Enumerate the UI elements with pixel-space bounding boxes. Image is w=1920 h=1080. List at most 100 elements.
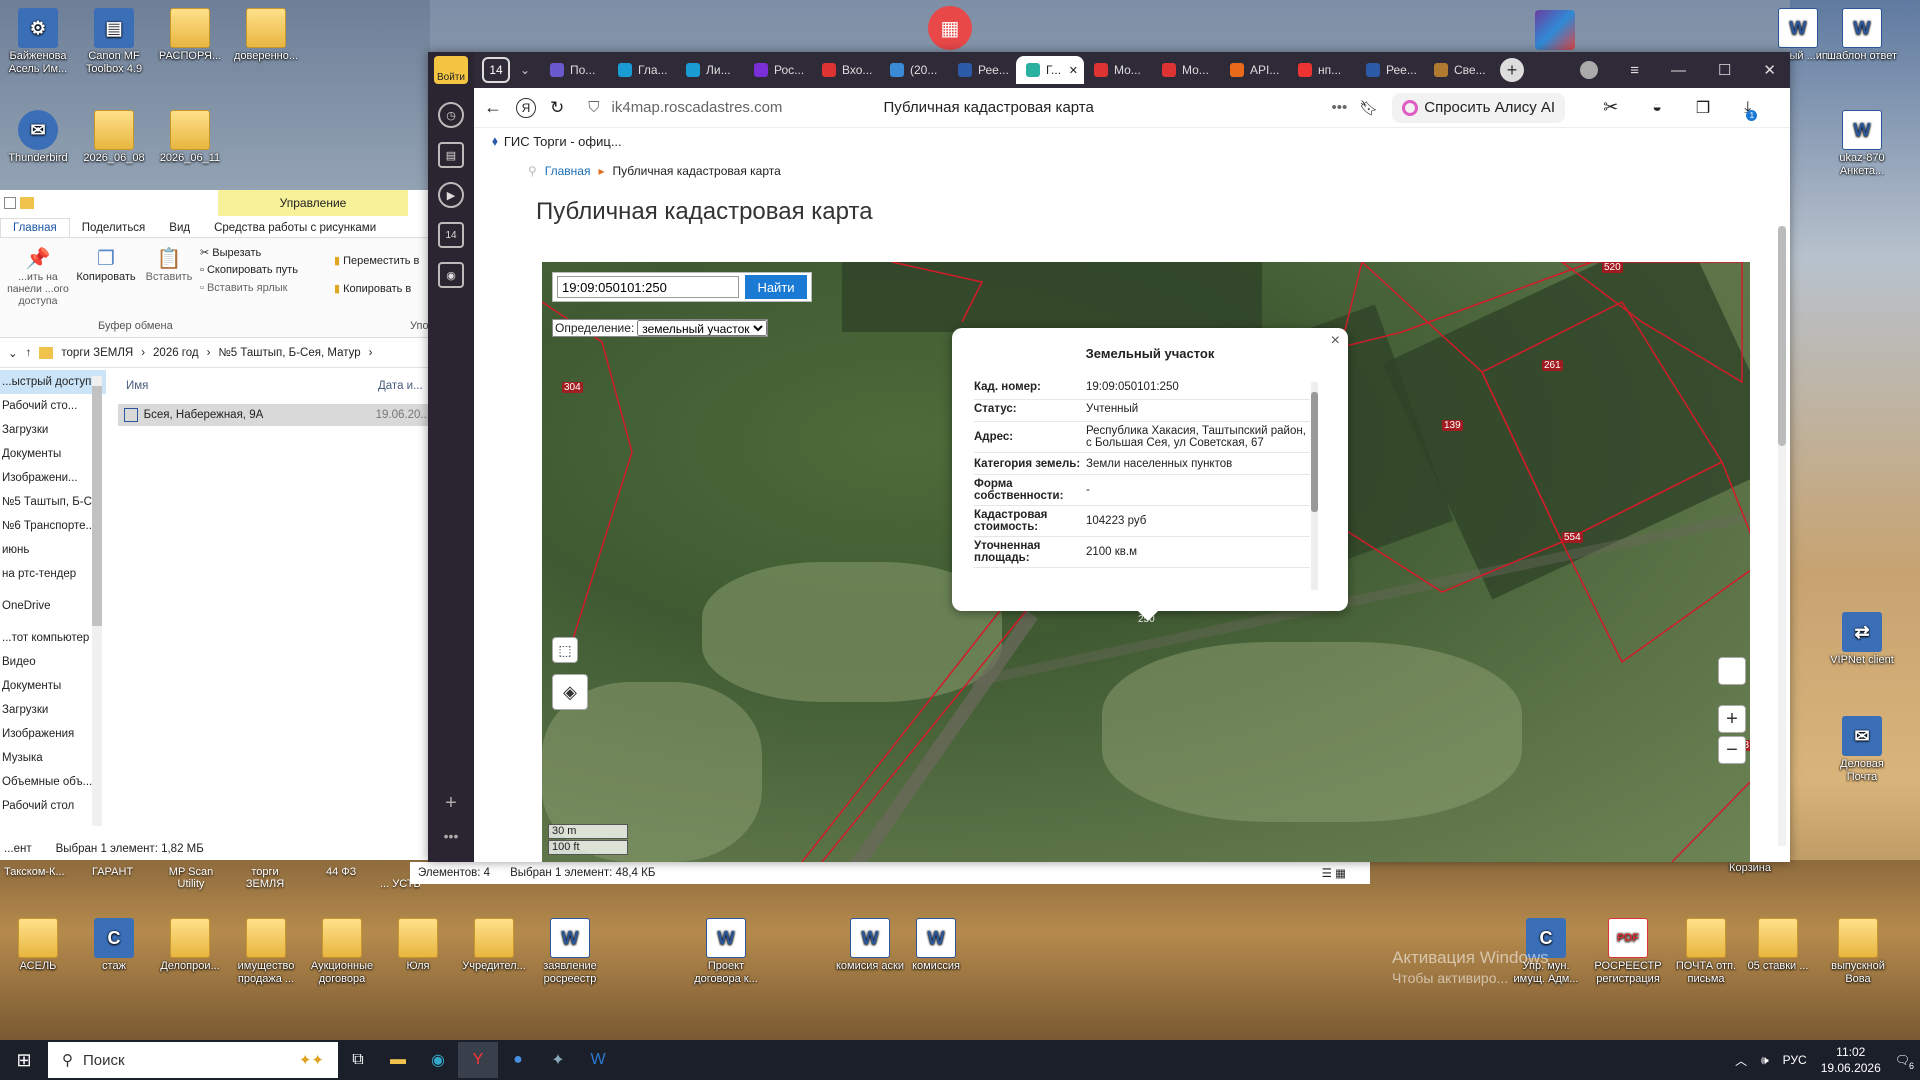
desktop-icon-bottom[interactable]: Аукционные договора — [304, 918, 380, 986]
breadcrumb-segment[interactable]: торги ЗЕМЛЯ — [61, 347, 133, 359]
desktop-icon-business-mail[interactable]: ✉ Деловая Почта — [1824, 716, 1900, 784]
clock[interactable]: 11:02 19.06.2026 — [1821, 1044, 1881, 1076]
desktop-icon-taxcom[interactable]: Такском-К... — [4, 866, 65, 878]
desktop-icon-torgi[interactable]: торги ЗЕМЛЯ — [240, 866, 290, 890]
nav-this-pc[interactable]: ...тот компьютер — [0, 626, 106, 650]
taskbar-search[interactable]: ⚲ Поиск ✦✦ — [48, 1042, 338, 1078]
nav-quick-access[interactable]: ...ыстрый доступ — [0, 370, 106, 394]
tab-home[interactable]: Главная — [0, 218, 70, 237]
taskbar-edge-icon[interactable]: ◉ — [418, 1042, 458, 1078]
taskbar-word-icon[interactable]: W — [578, 1042, 618, 1078]
breadcrumb-segment[interactable]: №5 Таштып, Б-Сея, Матур — [218, 347, 360, 359]
task-view-icon[interactable]: ⧉ — [338, 1042, 378, 1078]
nav-item[interactable]: Объемные объ... — [0, 770, 106, 794]
cadastral-map[interactable]: 304 520 261 139 554 250 68 Найти Определ… — [542, 262, 1750, 862]
nav-item[interactable]: июнь — [0, 538, 106, 562]
definition-select[interactable]: земельный участок — [637, 320, 768, 336]
cadastral-number-input[interactable] — [557, 276, 739, 298]
desktop-icon-vipnet[interactable]: ⇄ VIPNet client — [1824, 612, 1900, 667]
browser-tab[interactable]: Рос... — [744, 56, 812, 84]
nav-item[interactable]: Рабочий стол — [0, 794, 106, 818]
desktop-icon-canon[interactable]: ▤ Canon MF Toolbox 4.9 — [76, 8, 152, 76]
profile-avatar-icon[interactable] — [1580, 61, 1599, 79]
browser-tab[interactable]: Г... ✕ — [1016, 56, 1084, 84]
new-tab-button[interactable]: + — [1500, 58, 1524, 82]
map-blank-button[interactable] — [1718, 657, 1746, 685]
volume-icon[interactable]: 🕪︎ — [1761, 1053, 1769, 1068]
column-name[interactable]: Имя — [118, 380, 378, 392]
nav-item[interactable]: №5 Таштып, Б-С... — [0, 490, 106, 514]
popup-scrollbar[interactable] — [1311, 382, 1318, 590]
nav-item[interactable]: Документы — [0, 442, 106, 466]
tray-chevron-icon[interactable]: ︿ — [1735, 1052, 1747, 1069]
extensions-icon[interactable]: ✂ — [1603, 97, 1618, 118]
desktop-icon-bottom[interactable]: выпускной Вова — [1820, 918, 1896, 986]
nav-item[interactable]: Изображени... — [0, 466, 106, 490]
zoom-in-button[interactable]: + — [1718, 705, 1746, 733]
browser-tab[interactable]: Све... — [1424, 56, 1492, 84]
desktop-icon-folder-power[interactable]: доверенно... — [228, 8, 304, 63]
desktop-icon-bottom[interactable]: АСЕЛЬ — [0, 918, 76, 973]
browser-tab[interactable]: Рее... — [948, 56, 1016, 84]
desktop-icon-mpscan[interactable]: MP Scan Utility — [162, 866, 220, 890]
taskbar-explorer-icon[interactable]: ▬ — [378, 1042, 418, 1078]
more-dots-icon[interactable]: ••• — [1331, 99, 1347, 116]
browser-tab[interactable]: нп... — [1288, 56, 1356, 84]
tabs-dropdown-icon[interactable]: ⌄ — [510, 63, 540, 77]
taskbar-thunderbird-icon[interactable]: ● — [498, 1042, 538, 1078]
desktop-icon-garant[interactable]: ГАРАНТ — [92, 866, 133, 878]
desktop-icon-bottom[interactable]: Cстаж — [76, 918, 152, 973]
close-window-icon[interactable]: ✕ — [1763, 61, 1776, 79]
nav-item[interactable]: Видео — [0, 650, 106, 674]
browser-tab[interactable]: API... — [1220, 56, 1288, 84]
tab-share[interactable]: Поделиться — [70, 219, 158, 237]
calendar-icon[interactable]: 14 — [438, 222, 464, 248]
yandex-logo-icon[interactable]: Я — [516, 97, 536, 118]
nav-item[interactable]: Изображения — [0, 722, 106, 746]
nav-item[interactable]: Рабочий сто... — [0, 394, 106, 418]
desktop-icon-template[interactable]: Wшаблон ответ — [1824, 8, 1900, 63]
browser-tab[interactable]: (20... — [880, 56, 948, 84]
minimize-icon[interactable]: — — [1671, 62, 1686, 79]
desktop-icon-thunderbird[interactable]: ✉ Thunderbird — [0, 110, 76, 165]
select-area-icon[interactable]: ⬚ — [552, 637, 578, 663]
close-icon[interactable]: × — [1331, 332, 1340, 350]
back-icon[interactable]: ← — [484, 97, 502, 118]
browser-tab[interactable]: Мо... — [1084, 56, 1152, 84]
desktop-app-launcher-icon[interactable]: ▦ — [928, 6, 972, 50]
nav-item[interactable]: Документы — [0, 674, 106, 698]
browser-tab[interactable]: Рее... — [1356, 56, 1424, 84]
windows-start-icon[interactable]: ⊞ — [0, 1042, 48, 1078]
desktop-icon-bottom[interactable]: Учредител... — [456, 918, 532, 973]
collections-icon[interactable]: ▤ — [438, 142, 464, 168]
shield-icon[interactable]: ⛉ — [588, 99, 599, 116]
browser-tab[interactable]: Мо... — [1152, 56, 1220, 84]
winrar-icon[interactable] — [1535, 10, 1575, 50]
nav-item[interactable]: Загрузки — [0, 698, 106, 722]
browser-tab[interactable]: Вхо... — [812, 56, 880, 84]
add-sidebar-icon[interactable]: + — [445, 792, 457, 815]
browser-tab[interactable]: По... — [540, 56, 608, 84]
close-tab-icon[interactable]: ✕ — [1069, 64, 1078, 77]
history-icon[interactable]: ◷ — [438, 102, 464, 128]
nav-scrollbar[interactable] — [92, 376, 102, 826]
breadcrumb-home-link[interactable]: Главная — [545, 164, 591, 178]
nav-item[interactable]: на ртс-тендер — [0, 562, 106, 586]
taskbar-network-tool-icon[interactable]: ✦ — [538, 1042, 578, 1078]
bookmark-gis-torgi[interactable]: ГИС Торги - офиц... — [504, 134, 622, 149]
page-scrollbar[interactable] — [1778, 226, 1786, 846]
desktop-icon-44fz[interactable]: 44 ФЗ — [326, 866, 356, 878]
copy-button[interactable]: ❐ Копировать — [76, 246, 136, 283]
desktop-icon-bottom[interactable]: Wкомиссия — [898, 918, 974, 973]
cut-button[interactable]: ✂ Вырезать — [200, 246, 261, 259]
browser-tab[interactable]: Ли... — [676, 56, 744, 84]
expand-icon[interactable]: ⌄ — [8, 346, 18, 360]
screenshot-icon[interactable]: ◉ — [438, 262, 464, 288]
taskbar-yandex-icon[interactable]: Y — [458, 1042, 498, 1078]
reload-icon[interactable]: ↻ — [550, 98, 564, 118]
layers-icon[interactable]: ◈ — [552, 674, 588, 710]
desktop-icon-bottom[interactable]: имущество продажа ... — [228, 918, 304, 986]
explorer-address-bar[interactable]: ⌄ ↑ торги ЗЕМЛЯ › 2026 год › №5 Таштып, Б-… — [0, 338, 429, 368]
desktop-icon-user[interactable]: ⚙ Байженова Асель Им... — [0, 8, 76, 76]
menu-icon[interactable]: ≡ — [1630, 62, 1639, 79]
